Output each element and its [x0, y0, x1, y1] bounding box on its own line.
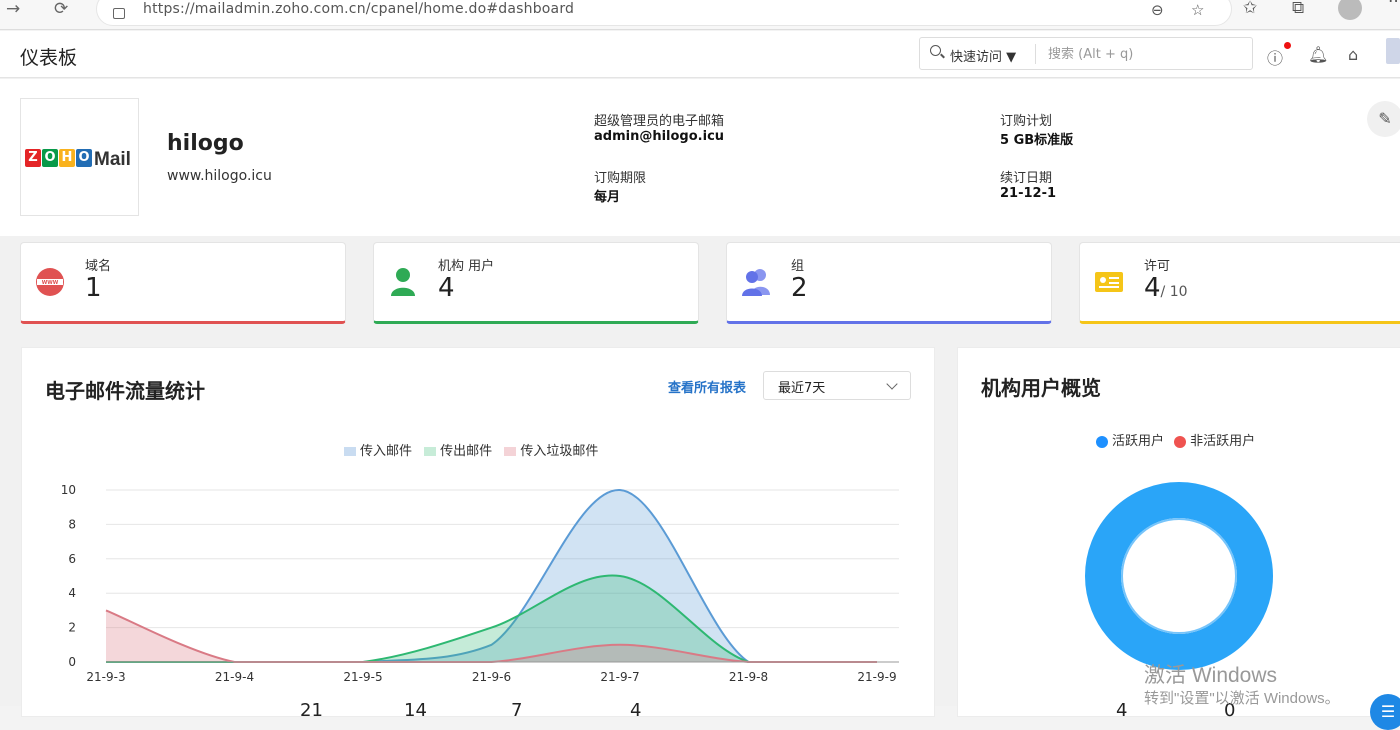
org-name: hilogo	[167, 131, 244, 156]
collections-icon[interactable]: ⧉	[1292, 0, 1304, 18]
y-tick-label: 0	[68, 655, 76, 669]
browser-toolbar: → ⟳ https://mailadmin.zoho.com.cn/cpanel…	[0, 0, 1400, 30]
x-tick-label: 21-9-9	[857, 670, 896, 684]
renewal-date-label: 续订日期	[1000, 171, 1053, 186]
card-licenses-label: 许可	[1144, 259, 1171, 274]
card-domains-label: 域名	[85, 259, 112, 274]
notification-dot	[1284, 42, 1291, 49]
edit-icon[interactable]: ✎	[1367, 101, 1400, 137]
zoom-out-icon[interactable]: ⊖	[1151, 1, 1164, 19]
donut-inner-ring	[1121, 518, 1237, 634]
card-licenses[interactable]: 许可 4/ 10	[1079, 242, 1400, 324]
series-area-2	[106, 575, 877, 662]
www-icon: WWW	[36, 268, 64, 296]
admin-app: 仪表板 快速访问 ▼ ⓘ 🔔︎ ⌂ ZOHO Mail hilogo www.h…	[0, 31, 1400, 730]
y-tick-label: 6	[68, 552, 76, 566]
card-groups[interactable]: 组 2	[726, 242, 1052, 324]
active-count: 4	[1116, 700, 1128, 721]
side-panel-icon[interactable]	[1386, 38, 1400, 64]
refresh-icon[interactable]: ⟳	[54, 0, 68, 18]
mail-traffic-panel: 电子邮件流量统计 查看所有报表 最近7天 传入邮件 传出邮件 传入垃圾邮件 02…	[21, 347, 935, 721]
address-bar[interactable]: https://mailadmin.zoho.com.cn/cpanel/hom…	[96, 0, 1232, 26]
favorite-add-icon[interactable]: ☆	[1191, 1, 1204, 19]
x-tick-label: 21-9-6	[472, 670, 511, 684]
activation-watermark-title: 激活 Windows	[1144, 664, 1278, 687]
renewal-date-value: 21-12-1	[1000, 186, 1057, 201]
search-box: 快速访问 ▼	[919, 37, 1253, 70]
home-icon[interactable]: ⌂	[1348, 45, 1358, 64]
card-domains[interactable]: WWW 域名 1	[20, 242, 346, 324]
licenses-total: / 10	[1160, 284, 1188, 300]
card-domains-value: 1	[85, 273, 102, 303]
zoho-logo: ZOHO	[25, 149, 93, 167]
y-tick-label: 2	[68, 621, 76, 635]
bell-icon[interactable]: 🔔︎	[1308, 45, 1328, 64]
more-icon[interactable]: ···	[1388, 0, 1400, 12]
help-icon[interactable]: ⓘ	[1267, 45, 1283, 69]
org-profile: ZOHO Mail hilogo www.hilogo.icu 超级管理员的电子…	[0, 79, 1400, 236]
subscription-term-value: 每月	[594, 190, 621, 205]
stat-number: 21	[300, 700, 323, 721]
y-tick-label: 10	[61, 483, 76, 497]
divider	[1035, 44, 1036, 64]
subscription-term-label: 订购期限	[594, 171, 647, 186]
back-icon[interactable]: →	[6, 0, 20, 18]
x-tick-label: 21-9-8	[729, 670, 768, 684]
search-input[interactable]	[1048, 44, 1243, 64]
y-tick-label: 4	[68, 586, 76, 600]
licenses-used: 4	[1144, 273, 1161, 303]
plan-label: 订购计划	[1000, 114, 1053, 129]
top-bar: 仪表板 快速访问 ▼ ⓘ 🔔︎ ⌂	[0, 31, 1400, 78]
activation-watermark-sub: 转到"设置"以激活 Windows。	[1144, 690, 1340, 707]
x-tick-label: 21-9-7	[600, 670, 639, 684]
stat-number: 7	[511, 700, 523, 721]
org-logo: ZOHO Mail	[20, 98, 139, 216]
admin-email-value: admin@hilogo.icu	[594, 129, 725, 144]
svg-text:WWW: WWW	[42, 280, 59, 286]
x-tick-label: 21-9-4	[215, 670, 254, 684]
license-icon	[1095, 272, 1123, 292]
user-icon	[391, 268, 415, 296]
card-users[interactable]: 机构 用户 4	[373, 242, 699, 324]
card-users-label: 机构 用户	[438, 259, 495, 274]
plan-value: 5 GB标准版	[1000, 133, 1074, 148]
y-tick-label: 8	[68, 517, 76, 531]
admin-email-label: 超级管理员的电子邮箱	[594, 114, 725, 129]
card-groups-label: 组	[791, 259, 805, 274]
search-icon	[930, 45, 941, 56]
page-title: 仪表板	[20, 47, 78, 69]
card-users-value: 4	[438, 273, 455, 303]
url-text: https://mailadmin.zoho.com.cn/cpanel/hom…	[143, 1, 575, 17]
settings-fab-icon[interactable]: ☰	[1370, 694, 1400, 730]
stat-number: 14	[404, 700, 427, 721]
x-tick-label: 21-9-5	[343, 670, 382, 684]
traffic-chart: 0 2 4 6 8 10 21-9-3 21-9-4 21-9-5 21-9-6 21-9-7 21-…	[61, 483, 899, 684]
browser-profile-avatar[interactable]	[1338, 0, 1362, 20]
favorites-icon[interactable]: ✩	[1243, 0, 1257, 18]
donut-slice-active[interactable]	[1085, 482, 1273, 670]
stat-number: 4	[630, 700, 642, 721]
quick-access-dropdown[interactable]: 快速访问 ▼	[950, 46, 1016, 65]
x-tick-label: 21-9-3	[86, 670, 125, 684]
group-icon	[742, 269, 770, 296]
card-groups-value: 2	[791, 273, 808, 303]
logo-mail-text: Mail	[94, 149, 131, 170]
lock-icon	[113, 8, 125, 19]
org-website: www.hilogo.icu	[167, 168, 272, 184]
card-licenses-value: 4/ 10	[1144, 273, 1188, 303]
